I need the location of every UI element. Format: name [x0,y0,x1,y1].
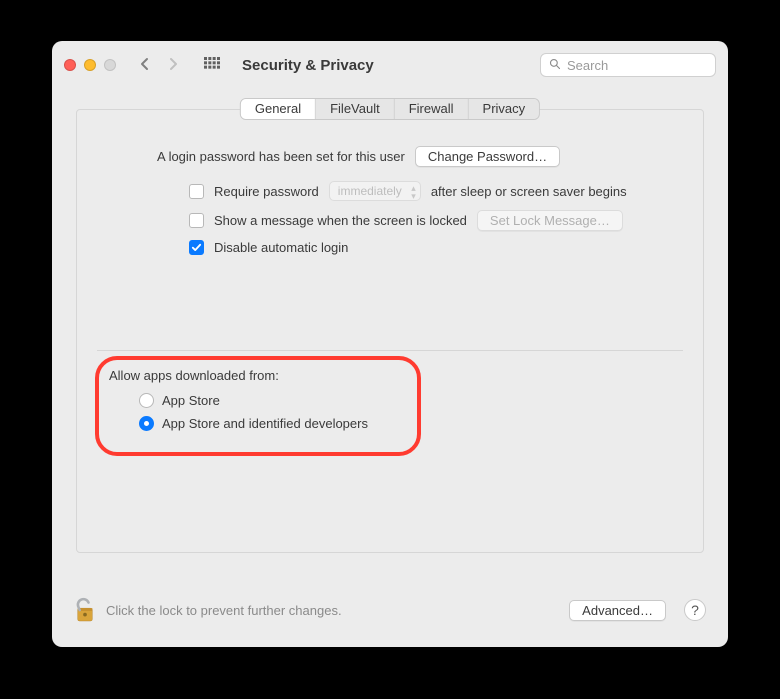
radio-app-store[interactable] [139,393,154,408]
tab-bar: General FileVault Firewall Privacy [240,98,540,120]
lock-hint-text: Click the lock to prevent further change… [106,603,342,618]
minimize-button[interactable] [84,59,96,71]
show-all-icon[interactable] [204,57,220,73]
forward-button [168,57,178,74]
titlebar: Security & Privacy [52,41,728,89]
delay-popup: immediately ▴▾ [329,181,421,201]
zoom-button [104,59,116,71]
footer: Click the lock to prevent further change… [52,573,728,647]
tab-firewall[interactable]: Firewall [395,99,469,119]
search-field[interactable] [540,53,716,77]
close-button[interactable] [64,59,76,71]
main-panel: General FileVault Firewall Privacy A log… [76,109,704,553]
require-password-after-text: after sleep or screen saver begins [431,184,627,199]
preferences-window: Security & Privacy General FileVault Fir… [52,41,728,647]
lock-icon[interactable] [74,596,96,624]
section-divider [97,350,683,351]
radio-app-store-label: App Store [162,393,220,408]
show-message-label: Show a message when the screen is locked [214,213,467,228]
window-controls [64,59,116,71]
back-button[interactable] [140,57,150,74]
tab-filevault[interactable]: FileVault [316,99,395,119]
tab-general[interactable]: General [241,99,316,119]
search-icon [549,58,561,73]
radio-app-store-identified[interactable] [139,416,154,431]
require-password-label: Require password [214,184,319,199]
require-password-checkbox[interactable] [189,184,204,199]
general-tab-content: A login password has been set for this u… [77,110,703,255]
login-password-text: A login password has been set for this u… [157,149,405,164]
change-password-button[interactable]: Change Password… [415,146,560,167]
chevron-updown-icon: ▴▾ [411,184,416,200]
search-input[interactable] [567,58,707,73]
help-button[interactable]: ? [684,599,706,621]
window-title: Security & Privacy [242,57,374,74]
delay-value: immediately [338,184,402,198]
nav-arrows [140,57,178,74]
disable-auto-login-checkbox[interactable] [189,240,204,255]
allow-apps-section: Allow apps downloaded from: App Store Ap… [109,368,368,439]
set-lock-message-button: Set Lock Message… [477,210,623,231]
advanced-button[interactable]: Advanced… [569,600,666,621]
show-message-checkbox[interactable] [189,213,204,228]
disable-auto-login-label: Disable automatic login [214,240,348,255]
allow-apps-title: Allow apps downloaded from: [109,368,368,383]
radio-app-store-identified-label: App Store and identified developers [162,416,368,431]
tab-privacy[interactable]: Privacy [469,99,540,119]
